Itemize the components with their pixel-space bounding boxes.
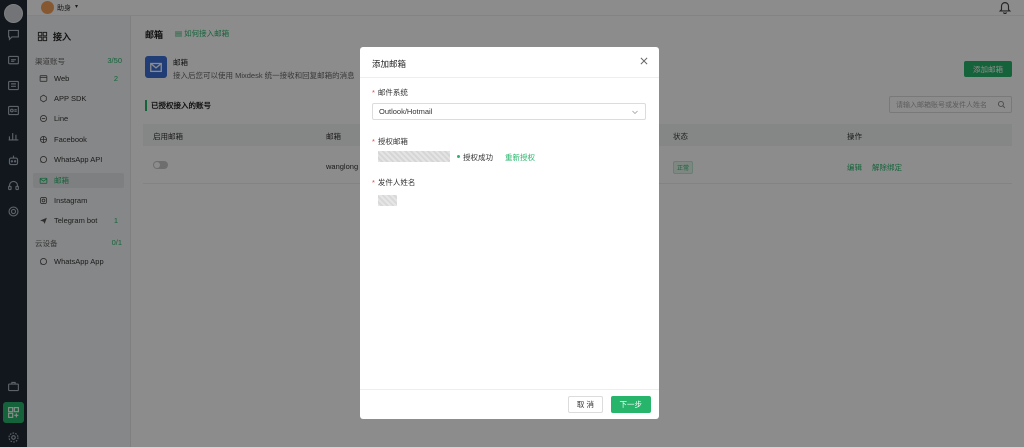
required-mark: * xyxy=(372,88,375,97)
mail-system-label-text: 邮件系统 xyxy=(377,88,408,97)
auth-email-label-text: 授权邮箱 xyxy=(377,137,408,146)
mail-system-value: Outlook/Hotmail xyxy=(379,107,433,116)
required-mark: * xyxy=(372,178,375,187)
dialog-footer: 取 消 下一步 xyxy=(360,389,659,419)
dialog-divider xyxy=(360,77,659,78)
next-step-button[interactable]: 下一步 xyxy=(610,396,651,413)
mail-system-label: * 邮件系统 xyxy=(372,87,408,98)
auth-status: 授权成功 xyxy=(463,153,493,162)
dialog-title: 添加邮箱 xyxy=(372,59,407,69)
chevron-down-icon xyxy=(632,110,638,115)
required-mark: * xyxy=(372,137,375,146)
sender-name-label-text: 发件人姓名 xyxy=(377,178,416,187)
redacted-sender-name xyxy=(378,195,397,206)
redacted-email xyxy=(378,151,450,162)
sender-name-label: * 发件人姓名 xyxy=(372,177,415,188)
close-icon[interactable] xyxy=(639,56,649,66)
auth-email-label: * 授权邮箱 xyxy=(372,136,408,147)
success-dot-icon xyxy=(457,155,460,158)
add-email-dialog: 添加邮箱 * 邮件系统 Outlook/Hotmail * 授权邮箱 授权成功 重新… xyxy=(360,47,659,419)
reauthorize-link[interactable]: 重新授权 xyxy=(505,152,535,163)
mail-system-select[interactable]: Outlook/Hotmail xyxy=(372,103,646,120)
cancel-button[interactable]: 取 消 xyxy=(567,396,603,413)
